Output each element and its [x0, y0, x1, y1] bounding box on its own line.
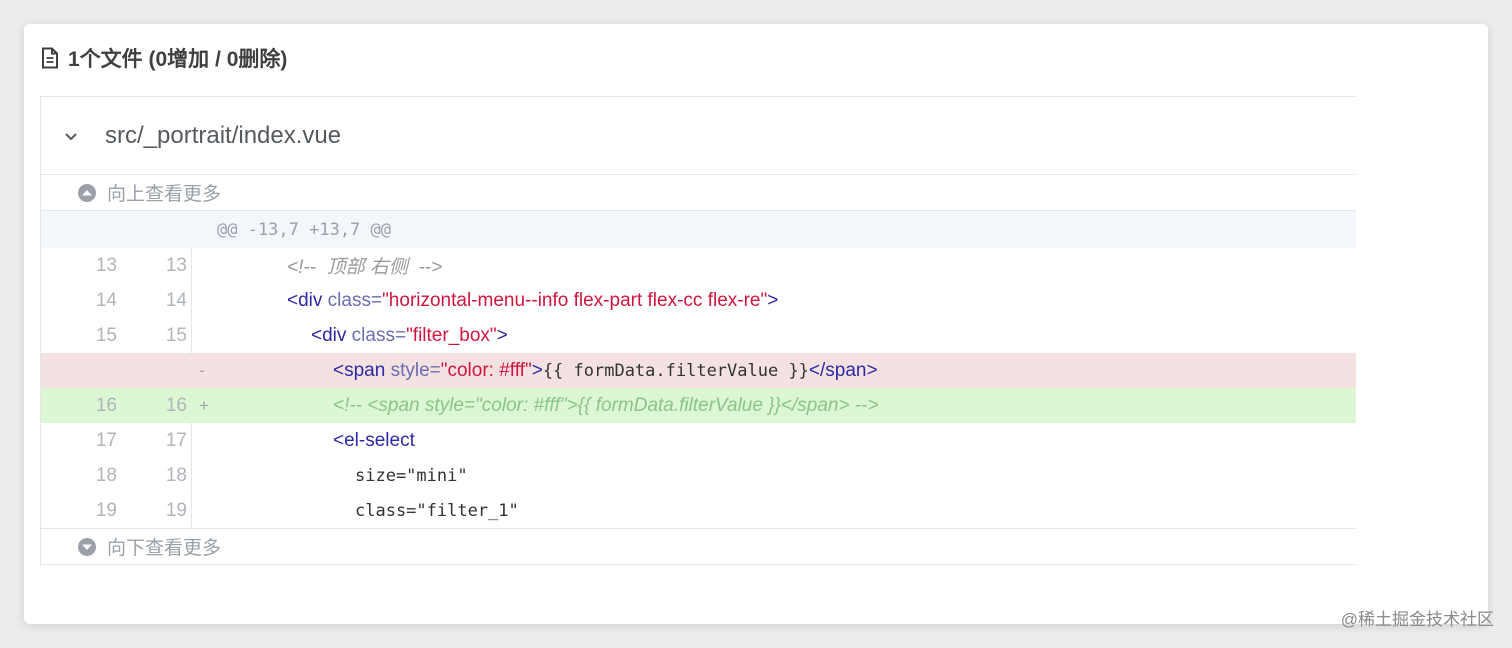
code-tag: > — [767, 289, 779, 311]
diff-summary: 1个文件 (0增加 / 0删除) — [40, 44, 287, 72]
code-content: <!-- <span style="color: #fff">{{ formDa… — [333, 388, 879, 423]
code-content: size="mini" — [355, 458, 468, 493]
code-line-removed: - <span style= "color: #fff" >{{ formData.… — [41, 353, 1356, 388]
code-line: 15 15 <div class= "filter_box" > — [41, 318, 1356, 353]
code-string: "color: #fff" — [440, 359, 532, 381]
code-line: 18 18 size="mini" — [41, 458, 1356, 493]
code-content: <!-- 顶部 右侧 --> — [287, 248, 442, 283]
expand-up-label: 向上查看更多 — [107, 184, 222, 205]
file-header[interactable]: src/_portrait/index.vue — [41, 97, 1356, 175]
diff-marker: - — [199, 360, 205, 380]
code-string: "horizontal-menu--info flex-part flex-cc… — [382, 289, 768, 311]
code-attr: class= — [351, 324, 407, 346]
code-tag: > — [496, 324, 508, 346]
arrow-up-circle-icon — [77, 183, 97, 203]
code-line: 13 13 <!-- 顶部 右侧 --> — [41, 248, 1356, 283]
old-line-number: 19 — [95, 499, 117, 521]
new-line-number: 18 — [165, 464, 187, 486]
summary-text: 1个文件 (0增加 / 0删除) — [68, 48, 288, 71]
code-string: "filter_box" — [406, 324, 497, 346]
new-line-number: 15 — [165, 324, 187, 346]
new-line-number: 13 — [165, 254, 187, 276]
document-icon — [40, 47, 60, 69]
diff-marker: + — [199, 395, 209, 415]
code-line: 14 14 <div class= "horizontal-menu--info … — [41, 283, 1356, 318]
code-content: <div class= "filter_box" > — [311, 318, 508, 353]
code-comment: <!-- <span style="color: #fff">{{ formDa… — [333, 394, 879, 416]
code-content: <div class= "horizontal-menu--info flex-p… — [287, 283, 778, 318]
code-attribute-line: size="mini" — [355, 465, 468, 486]
code-line-added: 16 16 + <!-- <span style="color: #fff">{… — [41, 388, 1356, 423]
old-line-number: 15 — [95, 324, 117, 346]
new-line-number — [147, 353, 187, 388]
file-diff: src/_portrait/index.vue 向上查看更多 @@ -13,7 … — [40, 96, 1356, 565]
expand-down-button[interactable]: 向下查看更多 — [41, 528, 1356, 564]
chevron-down-icon[interactable] — [63, 128, 79, 144]
code-content: <el-select — [333, 423, 415, 458]
code-line: 19 19 class="filter_1" — [41, 493, 1356, 528]
code-tag: </span> — [808, 359, 878, 381]
old-line-number: 17 — [95, 429, 117, 451]
code-attr: style= — [390, 359, 441, 381]
new-line-number: 19 — [165, 499, 187, 521]
code-content: class="filter_1" — [355, 493, 519, 528]
expand-down-label: 向下查看更多 — [107, 538, 222, 559]
code-line: 17 17 <el-select — [41, 423, 1356, 458]
diff-card: 1个文件 (0增加 / 0删除) src/_portrait/index.vue… — [24, 24, 1488, 624]
code-tag: <div — [311, 324, 352, 346]
code-comment: <!-- 顶部 右侧 --> — [287, 257, 443, 278]
old-line-number: 16 — [95, 394, 117, 416]
code-tag: <span — [333, 359, 391, 381]
hunk-header-text: @@ -13,7 +13,7 @@ — [217, 219, 391, 240]
hunk-header: @@ -13,7 +13,7 @@ — [41, 211, 1356, 248]
old-line-number: 18 — [95, 464, 117, 486]
arrow-down-circle-icon — [77, 537, 97, 557]
code-attribute-line: class="filter_1" — [355, 500, 519, 521]
code-expression: {{ formData.filterValue }} — [542, 360, 809, 381]
old-line-number: 13 — [95, 254, 117, 276]
new-line-number: 14 — [165, 289, 187, 311]
code-content: <span style= "color: #fff" >{{ formData.fi… — [333, 353, 878, 388]
old-line-number — [77, 353, 117, 388]
new-line-number: 17 — [165, 429, 187, 451]
code-tag: <div — [287, 289, 328, 311]
expand-up-button[interactable]: 向上查看更多 — [41, 175, 1356, 211]
code-attr: class= — [327, 289, 383, 311]
old-line-number: 14 — [95, 289, 117, 311]
code-tag: > — [531, 359, 543, 381]
file-name[interactable]: src/_portrait/index.vue — [105, 122, 341, 150]
watermark: @稀土掘金技术社区 — [1340, 610, 1494, 629]
code-tag: <el-select — [333, 429, 415, 451]
new-line-number: 16 — [165, 394, 187, 416]
